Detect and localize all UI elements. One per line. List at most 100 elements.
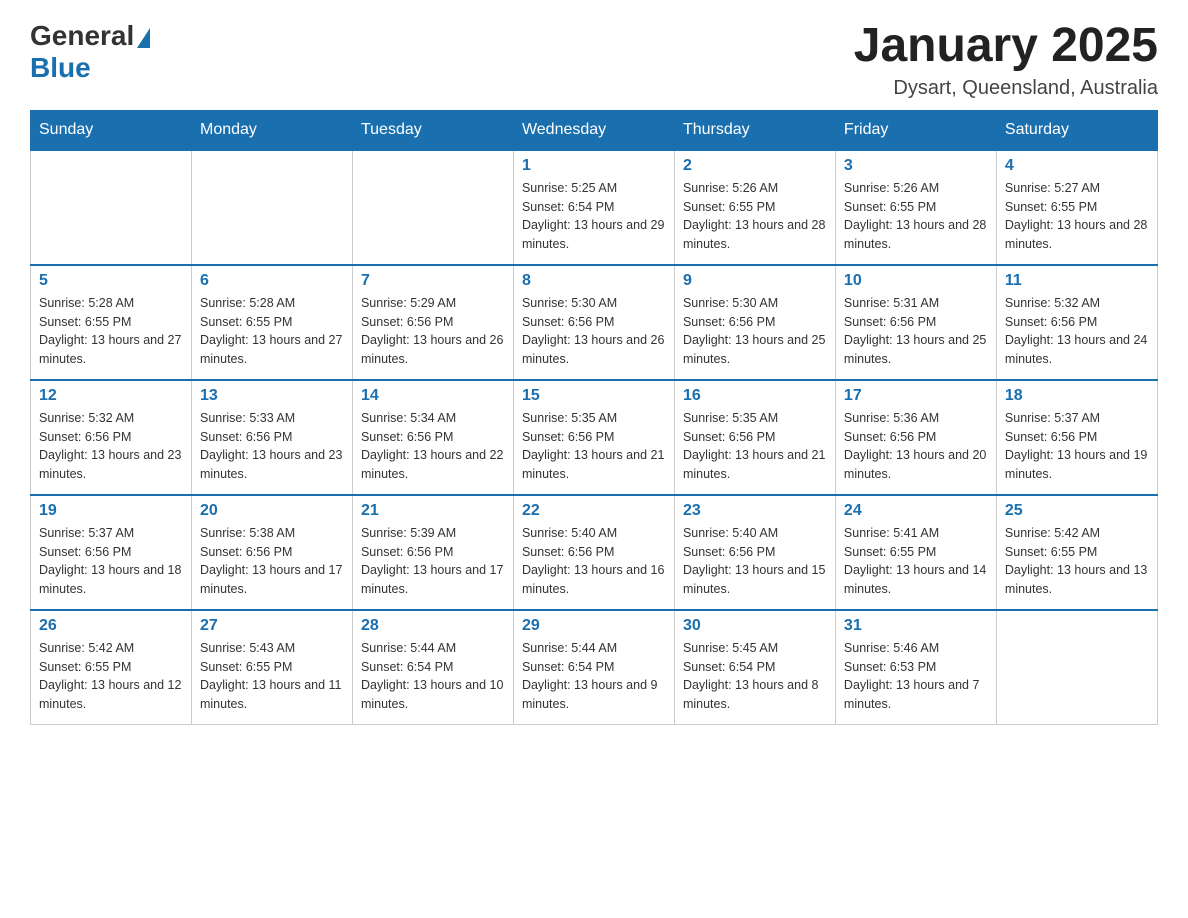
column-header-sunday: Sunday <box>31 110 192 150</box>
day-info: Sunrise: 5:28 AM Sunset: 6:55 PM Dayligh… <box>200 294 344 369</box>
day-info: Sunrise: 5:32 AM Sunset: 6:56 PM Dayligh… <box>39 409 183 484</box>
column-header-thursday: Thursday <box>674 110 835 150</box>
day-number: 4 <box>1005 157 1149 175</box>
logo-blue-text: Blue <box>30 52 91 83</box>
day-info: Sunrise: 5:30 AM Sunset: 6:56 PM Dayligh… <box>522 294 666 369</box>
day-number: 14 <box>361 387 505 405</box>
day-number: 23 <box>683 502 827 520</box>
calendar-cell: 4 Sunrise: 5:27 AM Sunset: 6:55 PM Daylig… <box>996 150 1157 265</box>
calendar-cell: 18 Sunrise: 5:37 AM Sunset: 6:56 PM Dayli… <box>996 380 1157 495</box>
day-number: 20 <box>200 502 344 520</box>
calendar-cell: 23 Sunrise: 5:40 AM Sunset: 6:56 PM Dayli… <box>674 495 835 610</box>
day-number: 7 <box>361 272 505 290</box>
day-number: 15 <box>522 387 666 405</box>
day-number: 9 <box>683 272 827 290</box>
column-header-monday: Monday <box>191 110 352 150</box>
day-info: Sunrise: 5:44 AM Sunset: 6:54 PM Dayligh… <box>361 639 505 714</box>
column-header-wednesday: Wednesday <box>513 110 674 150</box>
day-info: Sunrise: 5:40 AM Sunset: 6:56 PM Dayligh… <box>683 524 827 599</box>
logo: General Blue <box>30 20 150 84</box>
day-number: 8 <box>522 272 666 290</box>
day-info: Sunrise: 5:37 AM Sunset: 6:56 PM Dayligh… <box>39 524 183 599</box>
day-number: 6 <box>200 272 344 290</box>
calendar-cell: 17 Sunrise: 5:36 AM Sunset: 6:56 PM Dayli… <box>835 380 996 495</box>
calendar-cell <box>996 610 1157 725</box>
day-info: Sunrise: 5:37 AM Sunset: 6:56 PM Dayligh… <box>1005 409 1149 484</box>
day-number: 30 <box>683 617 827 635</box>
day-info: Sunrise: 5:28 AM Sunset: 6:55 PM Dayligh… <box>39 294 183 369</box>
day-info: Sunrise: 5:33 AM Sunset: 6:56 PM Dayligh… <box>200 409 344 484</box>
calendar-cell: 29 Sunrise: 5:44 AM Sunset: 6:54 PM Dayli… <box>513 610 674 725</box>
calendar-cell: 22Sunrise: 5:40 AM Sunset: 6:56 PM Dayli… <box>513 495 674 610</box>
calendar-cell: 9Sunrise: 5:30 AM Sunset: 6:56 PM Daylig… <box>674 265 835 380</box>
day-info: Sunrise: 5:25 AM Sunset: 6:54 PM Dayligh… <box>522 179 666 254</box>
calendar-cell: 3Sunrise: 5:26 AM Sunset: 6:55 PM Daylig… <box>835 150 996 265</box>
day-number: 25 <box>1005 502 1149 520</box>
day-info: Sunrise: 5:38 AM Sunset: 6:56 PM Dayligh… <box>200 524 344 599</box>
calendar-cell: 19 Sunrise: 5:37 AM Sunset: 6:56 PM Dayli… <box>31 495 192 610</box>
calendar-week-5: 26Sunrise: 5:42 AM Sunset: 6:55 PM Dayli… <box>31 610 1158 725</box>
column-header-friday: Friday <box>835 110 996 150</box>
day-number: 12 <box>39 387 183 405</box>
day-info: Sunrise: 5:35 AM Sunset: 6:56 PM Dayligh… <box>683 409 827 484</box>
calendar-cell: 15 Sunrise: 5:35 AM Sunset: 6:56 PM Dayli… <box>513 380 674 495</box>
calendar-cell: 16Sunrise: 5:35 AM Sunset: 6:56 PM Dayli… <box>674 380 835 495</box>
day-info: Sunrise: 5:26 AM Sunset: 6:55 PM Dayligh… <box>844 179 988 254</box>
day-info: Sunrise: 5:44 AM Sunset: 6:54 PM Dayligh… <box>522 639 666 714</box>
logo-general-text: General <box>30 20 134 52</box>
day-number: 31 <box>844 617 988 635</box>
day-info: Sunrise: 5:46 AM Sunset: 6:53 PM Dayligh… <box>844 639 988 714</box>
calendar-cell: 1 Sunrise: 5:25 AM Sunset: 6:54 PM Daylig… <box>513 150 674 265</box>
calendar-cell <box>352 150 513 265</box>
title-section: January 2025 Dysart, Queensland, Austral… <box>854 20 1158 100</box>
calendar-cell: 28 Sunrise: 5:44 AM Sunset: 6:54 PM Dayli… <box>352 610 513 725</box>
day-number: 19 <box>39 502 183 520</box>
day-info: Sunrise: 5:35 AM Sunset: 6:56 PM Dayligh… <box>522 409 666 484</box>
day-info: Sunrise: 5:36 AM Sunset: 6:56 PM Dayligh… <box>844 409 988 484</box>
day-info: Sunrise: 5:40 AM Sunset: 6:56 PM Dayligh… <box>522 524 666 599</box>
logo-arrow-icon <box>137 28 150 48</box>
day-number: 28 <box>361 617 505 635</box>
calendar-cell: 30Sunrise: 5:45 AM Sunset: 6:54 PM Dayli… <box>674 610 835 725</box>
day-number: 24 <box>844 502 988 520</box>
calendar-cell <box>31 150 192 265</box>
calendar-cell: 8 Sunrise: 5:30 AM Sunset: 6:56 PM Daylig… <box>513 265 674 380</box>
day-info: Sunrise: 5:32 AM Sunset: 6:56 PM Dayligh… <box>1005 294 1149 369</box>
calendar-week-2: 5 Sunrise: 5:28 AM Sunset: 6:55 PM Daylig… <box>31 265 1158 380</box>
day-number: 1 <box>522 157 666 175</box>
calendar-cell: 6 Sunrise: 5:28 AM Sunset: 6:55 PM Daylig… <box>191 265 352 380</box>
calendar-cell: 2Sunrise: 5:26 AM Sunset: 6:55 PM Daylig… <box>674 150 835 265</box>
day-number: 27 <box>200 617 344 635</box>
day-info: Sunrise: 5:31 AM Sunset: 6:56 PM Dayligh… <box>844 294 988 369</box>
column-header-saturday: Saturday <box>996 110 1157 150</box>
calendar-cell: 13 Sunrise: 5:33 AM Sunset: 6:56 PM Dayli… <box>191 380 352 495</box>
day-number: 17 <box>844 387 988 405</box>
calendar-cell: 5 Sunrise: 5:28 AM Sunset: 6:55 PM Daylig… <box>31 265 192 380</box>
calendar-header-row: SundayMondayTuesdayWednesdayThursdayFrid… <box>31 110 1158 150</box>
calendar-title: January 2025 <box>854 20 1158 73</box>
day-number: 10 <box>844 272 988 290</box>
calendar-table: SundayMondayTuesdayWednesdayThursdayFrid… <box>30 110 1158 725</box>
day-number: 11 <box>1005 272 1149 290</box>
calendar-cell: 21Sunrise: 5:39 AM Sunset: 6:56 PM Dayli… <box>352 495 513 610</box>
day-number: 2 <box>683 157 827 175</box>
calendar-cell: 7Sunrise: 5:29 AM Sunset: 6:56 PM Daylig… <box>352 265 513 380</box>
day-number: 26 <box>39 617 183 635</box>
calendar-cell: 26Sunrise: 5:42 AM Sunset: 6:55 PM Dayli… <box>31 610 192 725</box>
day-number: 18 <box>1005 387 1149 405</box>
day-info: Sunrise: 5:43 AM Sunset: 6:55 PM Dayligh… <box>200 639 344 714</box>
column-header-tuesday: Tuesday <box>352 110 513 150</box>
day-number: 29 <box>522 617 666 635</box>
calendar-cell: 31 Sunrise: 5:46 AM Sunset: 6:53 PM Dayli… <box>835 610 996 725</box>
day-number: 13 <box>200 387 344 405</box>
calendar-cell: 14 Sunrise: 5:34 AM Sunset: 6:56 PM Dayli… <box>352 380 513 495</box>
calendar-cell: 25Sunrise: 5:42 AM Sunset: 6:55 PM Dayli… <box>996 495 1157 610</box>
page-header: General Blue January 2025 Dysart, Queens… <box>30 20 1158 100</box>
day-number: 5 <box>39 272 183 290</box>
day-info: Sunrise: 5:41 AM Sunset: 6:55 PM Dayligh… <box>844 524 988 599</box>
calendar-cell: 27 Sunrise: 5:43 AM Sunset: 6:55 PM Dayli… <box>191 610 352 725</box>
day-info: Sunrise: 5:39 AM Sunset: 6:56 PM Dayligh… <box>361 524 505 599</box>
calendar-week-4: 19 Sunrise: 5:37 AM Sunset: 6:56 PM Dayli… <box>31 495 1158 610</box>
day-info: Sunrise: 5:34 AM Sunset: 6:56 PM Dayligh… <box>361 409 505 484</box>
day-info: Sunrise: 5:27 AM Sunset: 6:55 PM Dayligh… <box>1005 179 1149 254</box>
